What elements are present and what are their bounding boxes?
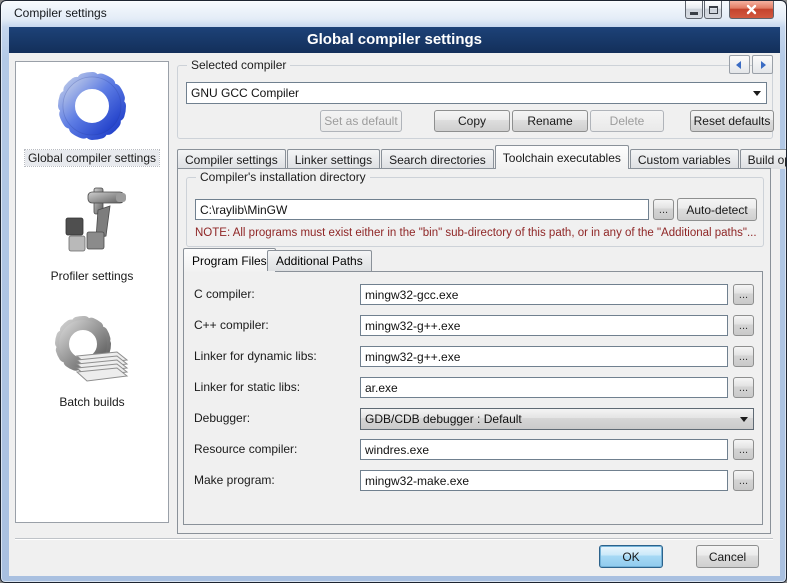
tab-scroll-left-button[interactable] bbox=[729, 55, 750, 74]
cpp-compiler-label: C++ compiler: bbox=[194, 318, 269, 332]
delete-button[interactable]: Delete bbox=[590, 110, 664, 132]
sidebar-item-global-compiler-settings[interactable]: Global compiler settings bbox=[16, 68, 168, 167]
window-title: Compiler settings bbox=[14, 6, 107, 20]
settings-category-list: Global compiler settings bbox=[15, 61, 169, 523]
dialog-body: Global compiler settings G bbox=[9, 27, 780, 576]
debugger-select-value: GDB/CDB debugger : Default bbox=[365, 412, 522, 426]
arrow-left-icon bbox=[736, 61, 741, 69]
debugger-select[interactable]: GDB/CDB debugger : Default bbox=[360, 408, 754, 430]
tab-search-directories[interactable]: Search directories bbox=[381, 149, 494, 169]
footer-divider bbox=[15, 538, 773, 540]
linker-dynamic-label: Linker for dynamic libs: bbox=[194, 349, 317, 363]
minimize-icon bbox=[690, 12, 698, 15]
settings-tabstrip: Compiler settings Linker settings Search… bbox=[177, 146, 787, 169]
tab-custom-variables[interactable]: Custom variables bbox=[630, 149, 739, 169]
close-button[interactable] bbox=[729, 1, 774, 19]
dialog-content: Global compiler settings bbox=[9, 53, 780, 576]
linker-static-input[interactable] bbox=[360, 377, 728, 398]
tab-linker-settings[interactable]: Linker settings bbox=[287, 149, 380, 169]
compiler-select-value: GNU GCC Compiler bbox=[191, 86, 299, 100]
set-as-default-button[interactable]: Set as default bbox=[320, 110, 402, 132]
minimize-button[interactable] bbox=[685, 1, 703, 19]
auto-detect-button[interactable]: Auto-detect bbox=[677, 198, 757, 221]
rename-button[interactable]: Rename bbox=[512, 110, 588, 132]
caliper-icon bbox=[54, 184, 130, 262]
copy-button[interactable]: Copy bbox=[434, 110, 510, 132]
tab-compiler-settings[interactable]: Compiler settings bbox=[177, 149, 286, 169]
toolchain-executables-panel: Compiler's installation directory ... Au… bbox=[177, 168, 771, 534]
linker-dynamic-browse-button[interactable]: ... bbox=[733, 346, 754, 367]
subtab-program-files[interactable]: Program Files bbox=[183, 248, 276, 272]
sidebar-item-label: Batch builds bbox=[56, 394, 127, 410]
sidebar-item-label: Global compiler settings bbox=[25, 150, 159, 166]
tab-toolchain-executables[interactable]: Toolchain executables bbox=[495, 145, 629, 169]
sidebar-item-batch-builds[interactable]: Batch builds bbox=[16, 312, 168, 411]
close-icon bbox=[745, 3, 758, 16]
installation-directory-browse-button[interactable]: ... bbox=[653, 199, 674, 220]
maximize-button[interactable] bbox=[704, 1, 722, 19]
debugger-label: Debugger: bbox=[194, 411, 250, 425]
sidebar-item-label: Profiler settings bbox=[48, 268, 137, 284]
make-program-browse-button[interactable]: ... bbox=[733, 470, 754, 491]
compiler-select[interactable]: GNU GCC Compiler bbox=[186, 82, 767, 104]
gray-gear-stack-icon bbox=[51, 312, 133, 388]
ok-button[interactable]: OK bbox=[599, 545, 663, 568]
sidebar-item-profiler-settings[interactable]: Profiler settings bbox=[16, 184, 168, 285]
reset-defaults-button[interactable]: Reset defaults bbox=[690, 110, 774, 132]
tab-build-options[interactable]: Build options bbox=[740, 149, 787, 169]
maximize-icon bbox=[709, 6, 718, 14]
chevron-down-icon bbox=[753, 91, 761, 96]
cpp-compiler-browse-button[interactable]: ... bbox=[733, 315, 754, 336]
resource-compiler-label: Resource compiler: bbox=[194, 442, 297, 456]
cancel-button[interactable]: Cancel bbox=[696, 545, 759, 568]
arrow-right-icon bbox=[761, 61, 766, 69]
c-compiler-browse-button[interactable]: ... bbox=[733, 284, 754, 305]
cpp-compiler-input[interactable] bbox=[360, 315, 728, 336]
linker-dynamic-input[interactable] bbox=[360, 346, 728, 367]
selected-compiler-group: Selected compiler GNU GCC Compiler Set a… bbox=[177, 65, 773, 139]
linker-static-label: Linker for static libs: bbox=[194, 380, 300, 394]
resource-compiler-browse-button[interactable]: ... bbox=[733, 439, 754, 460]
subtab-additional-paths[interactable]: Additional Paths bbox=[267, 250, 372, 271]
make-program-label: Make program: bbox=[194, 473, 275, 487]
tab-scroll-right-button[interactable] bbox=[752, 55, 773, 74]
bin-subdirectory-note: NOTE: All programs must exist either in … bbox=[195, 227, 757, 239]
chevron-down-icon bbox=[740, 417, 748, 422]
resource-compiler-input[interactable] bbox=[360, 439, 728, 460]
installation-directory-input[interactable] bbox=[195, 199, 649, 220]
page-title: Global compiler settings bbox=[9, 27, 780, 53]
installation-directory-group-label: Compiler's installation directory bbox=[196, 170, 370, 184]
make-program-input[interactable] bbox=[360, 470, 728, 491]
program-files-panel: C compiler: ... C++ compiler: ... Linker… bbox=[183, 271, 763, 525]
c-compiler-input[interactable] bbox=[360, 284, 728, 305]
installation-directory-group: Compiler's installation directory ... Au… bbox=[186, 177, 764, 247]
linker-static-browse-button[interactable]: ... bbox=[733, 377, 754, 398]
compiler-settings-dialog: Compiler settings Global compiler settin… bbox=[0, 0, 787, 583]
selected-compiler-group-label: Selected compiler bbox=[187, 58, 290, 72]
blue-gear-icon bbox=[54, 68, 130, 144]
c-compiler-label: C compiler: bbox=[194, 287, 255, 301]
